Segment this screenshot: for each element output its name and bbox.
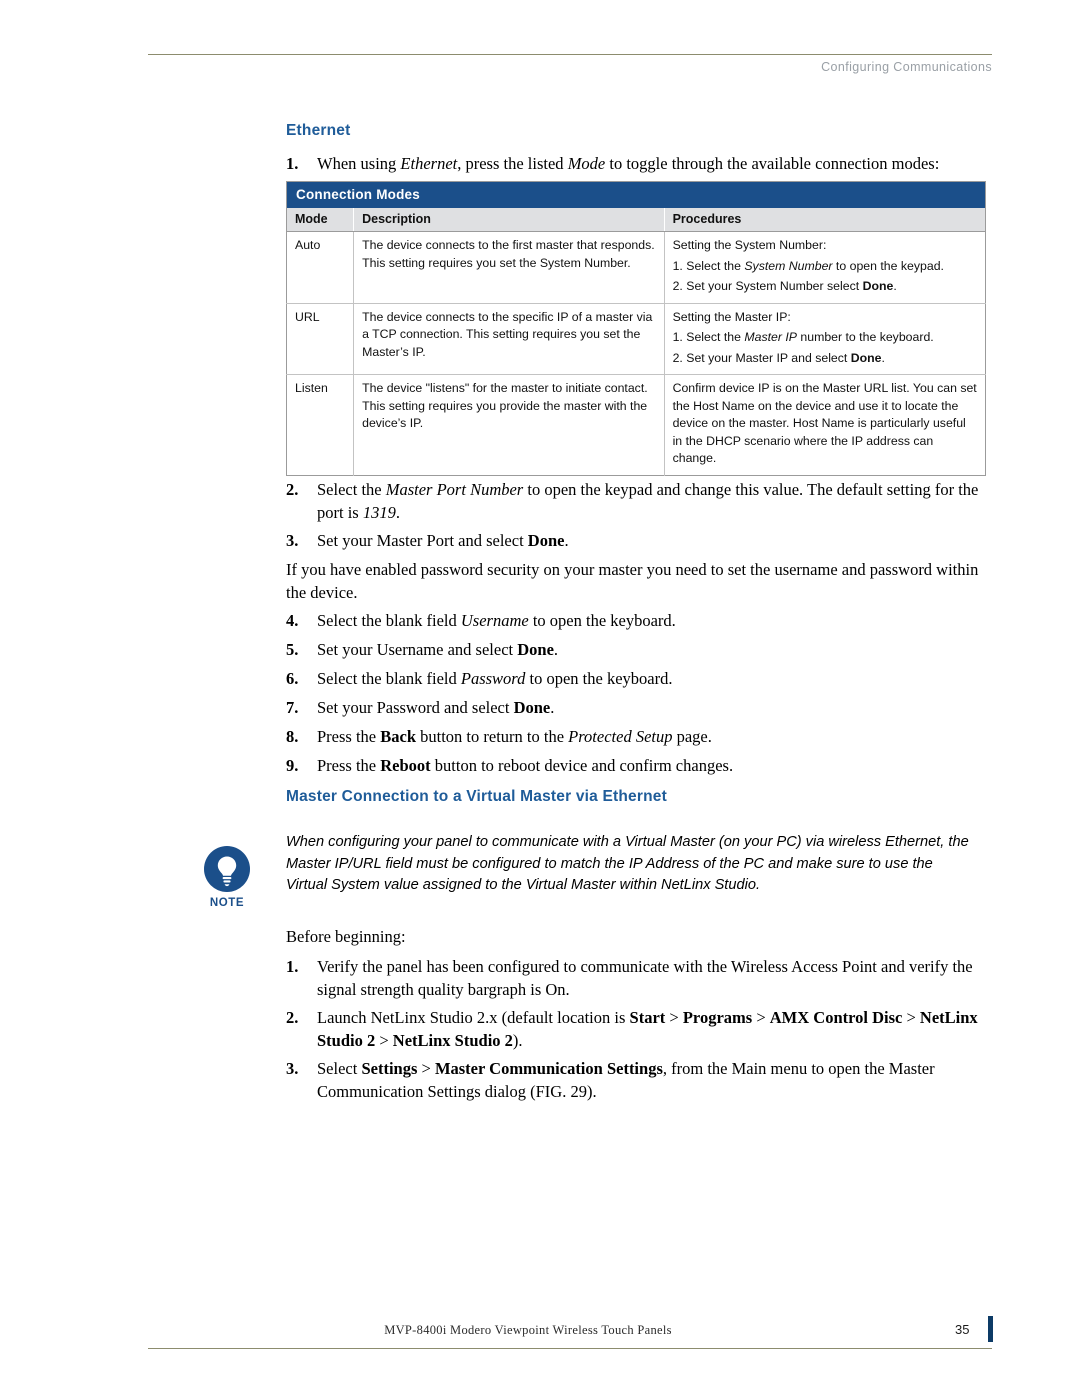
footer-accent-bar [988,1316,993,1342]
cell-description: The device connects to the specific IP o… [353,302,665,375]
list-item-number: 3. [286,1059,299,1078]
list-item-number: 2. [286,480,299,499]
list-item-bb2: 2. Launch NetLinx Studio 2.x (default lo… [286,1007,986,1052]
list-item-number: 4. [286,611,299,630]
list-item-text: Select Settings > Master Communication S… [317,1059,935,1101]
list-item-step4: 4. Select the blank field Username to op… [286,610,986,633]
list-item-step6: 6. Select the blank field Password to op… [286,668,986,691]
paragraph-password-security: If you have enabled password security on… [286,560,979,602]
table-row: Listen The device "listens" for the mast… [286,374,986,475]
list-item-text: Set your Password and select Done. [317,698,555,717]
cell-mode: Auto [286,231,355,303]
table-header-row: Mode Description Procedures [286,208,986,232]
list-item-text: When using Ethernet, press the listed Mo… [317,154,940,173]
list-item-text: Verify the panel has been configured to … [317,957,973,999]
list-item-text: Select the blank field Password to open … [317,669,673,688]
list-item-step5: 5. Set your Username and select Done. [286,639,986,662]
list-item-bb1: 1. Verify the panel has been configured … [286,956,986,1001]
cell-mode: Listen [286,374,355,475]
note-callout: NOTE [188,846,266,909]
table-header-description: Description [353,208,665,232]
cell-procedures: Setting the System Number: 1. Select the… [664,231,986,303]
list-item-text: Set your Master Port and select Done. [317,531,569,550]
cell-mode: URL [286,302,355,375]
cell-procedures: Confirm device IP is on the Master URL l… [664,374,986,475]
procedure-step: 2. Set your System Number select Done. [672,279,897,293]
list-item-bb3: 3. Select Settings > Master Communicatio… [286,1058,986,1103]
procedure-step: 1. Select the System Number to open the … [672,258,944,273]
connection-modes-table: Connection Modes Mode Description Proced… [286,181,986,476]
list-item-number: 1. [286,154,299,173]
list-item-step3: 3. Set your Master Port and select Done. [286,530,986,553]
list-item-step1: 1. When using Ethernet, press the listed… [286,153,986,176]
list-item-number: 5. [286,640,299,659]
footer-rule [148,1348,992,1349]
running-head: Configuring Communications [821,60,992,74]
before-beginning-label: Before beginning: [286,927,406,946]
table-header-procedures: Procedures [664,208,986,232]
list-item-step7: 7. Set your Password and select Done. [286,697,986,720]
list-item-text: Launch NetLinx Studio 2.x (default locat… [317,1008,978,1050]
section-heading-master-connection: Master Connection to a Virtual Master vi… [286,788,667,805]
table-header-mode: Mode [286,208,355,232]
list-item-step8: 8. Press the Back button to return to th… [286,726,986,749]
list-item-number: 7. [286,698,299,717]
list-item-text: Press the Back button to return to the P… [317,727,712,746]
footer-doc-title: MVP-8400i Modero Viewpoint Wireless Touc… [384,1323,672,1337]
list-item-number: 8. [286,727,299,746]
list-item-text: Set your Username and select Done. [317,640,559,659]
note-label: NOTE [209,897,245,909]
list-item-step2: 2. Select the Master Port Number to open… [286,479,986,524]
list-item-text: Select the blank field Username to open … [317,611,676,630]
table-title: Connection Modes [286,181,986,208]
table-row: Auto The device connects to the first ma… [286,231,986,303]
list-item-number: 3. [286,531,299,550]
note-text: When configuring your panel to communica… [286,834,969,893]
header-rule [148,54,992,55]
document-page: Configuring Communications Ethernet 1. W… [0,0,1080,1397]
lightbulb-icon [204,846,250,892]
procedure-intro: Setting the Master IP: [672,309,791,324]
cell-description: The device "listens" for the master to i… [353,374,665,475]
list-item-number: 1. [286,957,299,976]
list-item-step9: 9. Press the Reboot button to reboot dev… [286,755,986,778]
cell-description: The device connects to the first master … [353,231,665,303]
list-item-number: 2. [286,1008,299,1027]
section-heading-ethernet: Ethernet [286,122,351,139]
list-item-number: 9. [286,756,299,775]
table-row: URL The device connects to the specific … [286,302,986,375]
procedure-intro: Setting the System Number: [672,238,827,252]
table-title-row: Connection Modes [286,181,986,208]
list-item-text: Select the Master Port Number to open th… [317,480,979,522]
procedure-step: 1. Select the Master IP number to the ke… [672,330,934,344]
procedure-intro: Confirm device IP is on the Master URL l… [672,381,977,465]
list-item-number: 6. [286,669,299,688]
footer-page-number: 35 [955,1322,970,1337]
list-item-text: Press the Reboot button to reboot device… [317,756,734,775]
procedure-step: 2. Set your Master IP and select Done. [672,350,885,365]
cell-procedures: Setting the Master IP: 1. Select the Mas… [664,302,986,375]
